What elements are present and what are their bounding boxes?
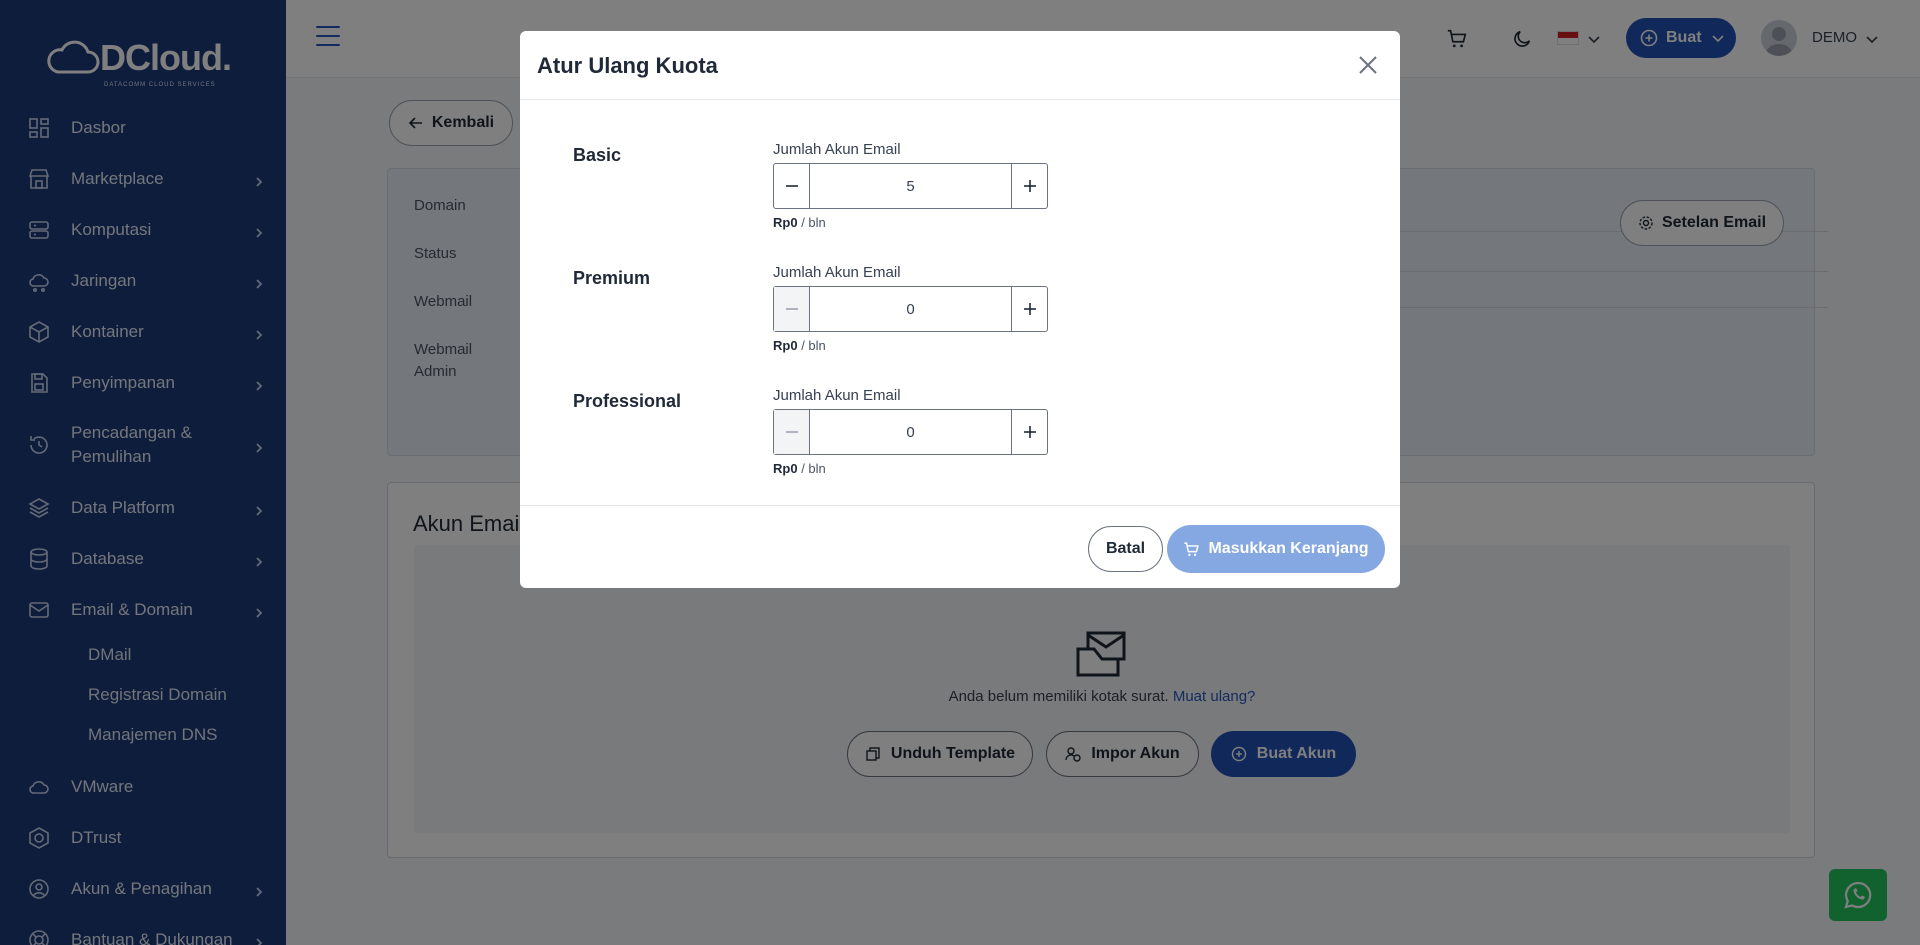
tier-basic: Basic Jumlah Akun Email 5 Rp0 / bln [520,141,1400,270]
minus-icon [785,431,798,433]
quantity-input[interactable]: 0 [810,287,1011,331]
tier-price: Rp0 / bln [773,215,826,230]
add-to-cart-button[interactable]: Masukkan Keranjang [1167,525,1385,573]
tier-price-period: / bln [801,338,826,353]
plus-icon [1023,180,1036,192]
quantity-stepper: 0 [773,409,1048,455]
tier-premium: Premium Jumlah Akun Email 0 Rp0 / bln [520,264,1400,393]
tier-price-period: / bln [801,215,826,230]
decrement-button[interactable] [774,287,810,331]
increment-button[interactable] [1011,410,1047,454]
tier-professional: Professional Jumlah Akun Email 0 Rp0 / b… [520,387,1400,516]
tier-name: Basic [573,145,622,165]
tier-price-amount: Rp0 [773,215,798,230]
tier-field-label: Jumlah Akun Email [773,264,901,281]
increment-button[interactable] [1011,287,1047,331]
tier-name: Premium [573,268,651,288]
modal-title: Atur Ulang Kuota [537,53,718,78]
tier-field-label: Jumlah Akun Email [773,141,901,158]
cancel-button[interactable]: Batal [1088,526,1163,572]
increment-button[interactable] [1011,164,1047,208]
plus-icon [1023,426,1036,438]
cart-plus-icon [1184,541,1200,556]
add-to-cart-label: Masukkan Keranjang [1208,540,1369,557]
decrement-button[interactable] [774,164,810,208]
tier-field-label: Jumlah Akun Email [773,387,901,404]
reset-quota-modal: Atur Ulang Kuota Basic Jumlah Akun Email… [520,31,1400,588]
tier-price: Rp0 / bln [773,461,826,476]
quantity-stepper: 0 [773,286,1048,332]
minus-icon [785,185,798,187]
quantity-input[interactable]: 0 [810,410,1011,454]
plus-icon [1023,303,1036,315]
tier-price-period: / bln [801,461,826,476]
tier-price: Rp0 / bln [773,338,826,353]
decrement-button[interactable] [774,410,810,454]
quantity-stepper: 5 [773,163,1048,209]
modal-footer: Batal Masukkan Keranjang [520,505,1400,588]
quantity-input[interactable]: 5 [810,164,1011,208]
tier-name: Professional [573,391,682,411]
minus-icon [785,308,798,310]
tier-price-amount: Rp0 [773,338,798,353]
close-icon[interactable] [1356,53,1380,77]
tier-price-amount: Rp0 [773,461,798,476]
modal-header: Atur Ulang Kuota [520,31,1400,100]
